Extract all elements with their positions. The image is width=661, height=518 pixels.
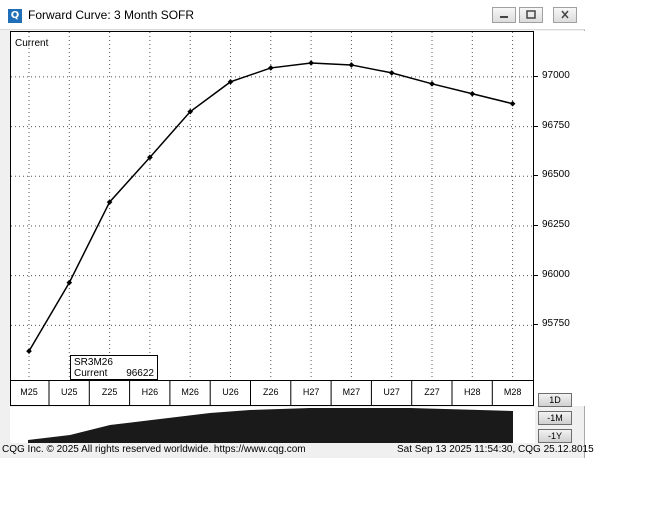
x-tick-label: H27 <box>302 387 320 397</box>
window-title: Forward Curve: 3 Month SOFR <box>28 8 195 22</box>
y-tick <box>534 274 538 276</box>
close-button[interactable] <box>553 7 577 23</box>
x-tick-label: M26 <box>181 387 199 397</box>
x-tick-label: Z25 <box>101 387 118 397</box>
minimize-button[interactable] <box>492 7 516 23</box>
y-tick-label: 96000 <box>542 268 570 280</box>
y-tick <box>534 125 538 127</box>
y-tick-label: 96250 <box>542 218 570 230</box>
plot-area[interactable]: Current SR3M26 Current 96622 <box>10 31 534 381</box>
x-axis: M25 U25 Z25 H26 M26 U26 Z26 H27 M27 U27 Z27 H28 M28 <box>10 381 534 406</box>
data-point[interactable] <box>308 60 314 66</box>
y-axis: 97000 96750 96500 96250 96000 95750 <box>534 31 585 406</box>
data-point[interactable] <box>267 65 274 71</box>
y-tick-label: 96750 <box>542 119 570 131</box>
forward-curve-plot <box>11 32 533 380</box>
copyright-text: CQG Inc. © 2025 All rights reserved worl… <box>2 444 306 455</box>
range-1y-button[interactable]: -1Y <box>538 429 572 443</box>
x-tick-label: M27 <box>342 387 361 397</box>
overview-area-chart <box>28 408 513 443</box>
y-tick-label: 95750 <box>542 318 570 330</box>
y-tick <box>534 75 538 77</box>
restore-button[interactable] <box>519 7 543 23</box>
minimize-icon <box>500 16 508 18</box>
x-tick-label: H26 <box>141 387 159 397</box>
x-tick-label: Z27 <box>424 387 440 397</box>
y-tick <box>534 224 538 226</box>
x-tick-label: U25 <box>61 387 78 397</box>
chart-area: Current SR3M26 Current 96622 97000 96750 9… <box>10 31 585 406</box>
y-tick <box>534 324 538 326</box>
legend-box: SR3M26 Current 96622 <box>70 355 158 380</box>
x-tick-label: Z26 <box>263 387 279 397</box>
timestamp-text: Sat Sep 13 2025 11:54:30, CQG 25.12.8015 <box>397 444 594 455</box>
x-tick-label: M28 <box>503 387 522 397</box>
app-icon: Q <box>8 9 22 23</box>
close-icon <box>561 10 569 19</box>
y-tick-label: 96500 <box>542 169 570 181</box>
range-1m-button[interactable]: -1M <box>538 411 572 425</box>
data-point[interactable] <box>509 100 516 107</box>
data-point[interactable] <box>429 81 435 87</box>
chart-window: Q Forward Curve: 3 Month SOFR Current SR… <box>0 0 585 458</box>
series-label: Current <box>15 38 49 49</box>
x-tick-label: U27 <box>383 387 400 397</box>
x-tick-label: M25 <box>20 387 38 397</box>
data-point[interactable] <box>469 90 476 97</box>
title-bar[interactable]: Q Forward Curve: 3 Month SOFR <box>0 0 585 30</box>
legend-symbol: SR3M26 <box>74 357 113 368</box>
range-1d-button[interactable]: 1D <box>538 393 572 407</box>
y-tick <box>534 175 538 177</box>
restore-icon <box>526 10 536 19</box>
overview-strip[interactable] <box>10 407 535 443</box>
x-tick-label: U26 <box>222 387 239 397</box>
x-tick-label: H28 <box>464 387 481 397</box>
legend-label: Current <box>74 368 108 379</box>
data-point[interactable] <box>388 70 395 76</box>
data-point[interactable] <box>348 62 355 68</box>
series-line-current <box>28 62 513 352</box>
y-tick-label: 97000 <box>542 69 570 81</box>
legend-value: 96622 <box>126 368 154 379</box>
